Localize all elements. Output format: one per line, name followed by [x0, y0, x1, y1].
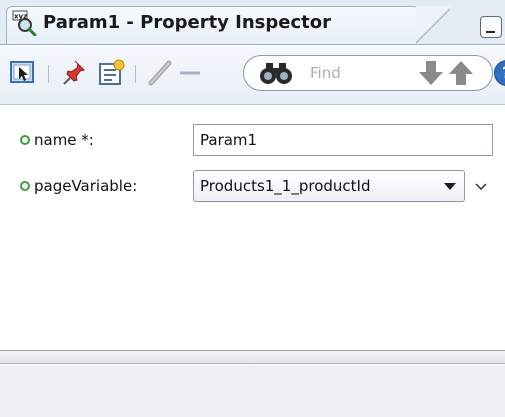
- property-label: pageVariable:: [34, 177, 138, 195]
- splitter[interactable]: [0, 351, 505, 364]
- page-variable-value: Products1_1_productId: [200, 177, 371, 195]
- properties-panel: name *: Param1 pageVariable: Products1_1…: [0, 106, 505, 346]
- find-placeholder: Find: [310, 64, 341, 82]
- arrow-up-icon[interactable]: [446, 59, 476, 87]
- property-row-pagevariable: pageVariable: Products1_1_productId: [0, 166, 505, 206]
- page-variable-select[interactable]: Products1_1_productId: [193, 170, 465, 202]
- tab-title: Param1 - Property Inspector: [43, 12, 332, 33]
- tab-bar: xyz Param1 - Property Inspector: [0, 0, 505, 45]
- connector-icon: [180, 71, 200, 75]
- property-label: name *:: [34, 131, 94, 149]
- pin-icon[interactable]: [60, 58, 90, 88]
- name-field[interactable]: Param1: [193, 124, 493, 156]
- minimize-button[interactable]: [480, 16, 502, 38]
- edit-properties-icon[interactable]: [96, 58, 126, 88]
- property-status-icon: [20, 135, 30, 145]
- binoculars-icon[interactable]: [258, 59, 294, 87]
- toolbar: Find ?: [0, 45, 505, 105]
- property-inspector-icon: xyz: [12, 10, 37, 36]
- select-in-editor-icon[interactable]: [8, 58, 38, 88]
- description-area: [0, 365, 505, 417]
- property-status-icon: [20, 181, 30, 191]
- property-inspector-window: xyz Param1 - Property Inspector Find nam…: [0, 0, 505, 417]
- toolbar-separator: [135, 65, 136, 83]
- tab-edge: [416, 6, 450, 45]
- toolbar-separator: [48, 65, 49, 83]
- arrow-down-icon[interactable]: [416, 59, 446, 87]
- dropdown-arrow-icon[interactable]: [444, 183, 456, 190]
- chevron-down-icon[interactable]: [475, 183, 487, 191]
- property-row-name: name *: Param1: [0, 120, 505, 160]
- help-button[interactable]: ?: [494, 60, 505, 86]
- pencil-icon[interactable]: [145, 58, 175, 88]
